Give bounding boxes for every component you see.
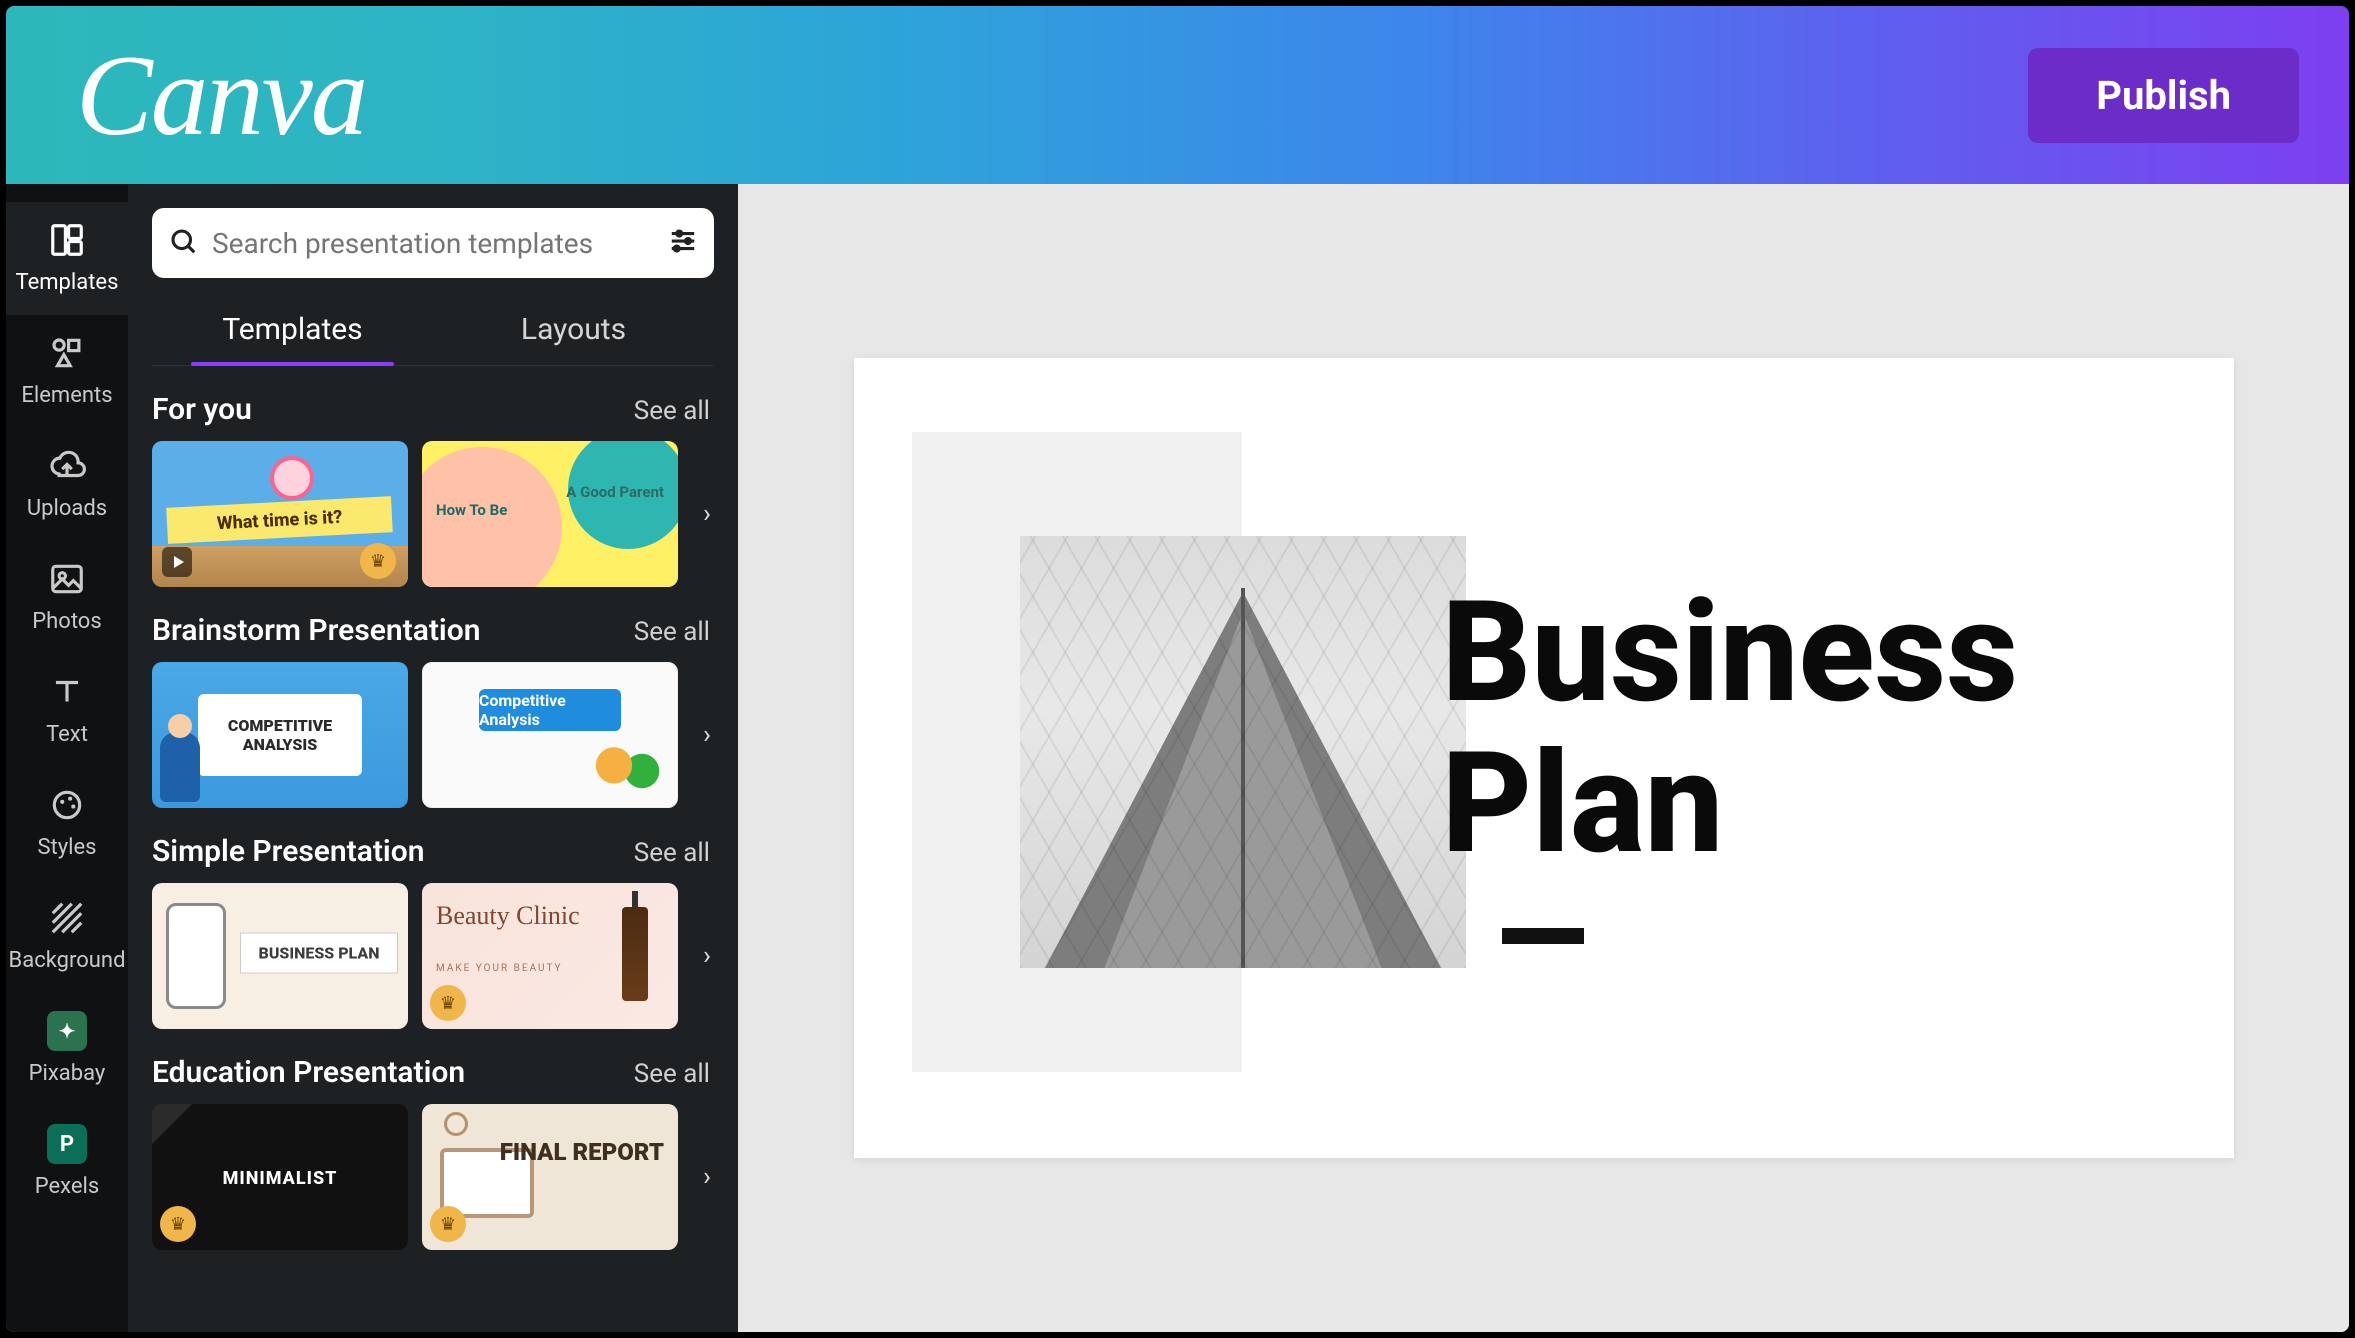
rail-item-templates[interactable]: Templates (6, 202, 128, 315)
card-row: What time is it? ♛ How To Be A Good Pare… (152, 441, 710, 587)
rail-label: Photos (32, 609, 101, 634)
tab-templates[interactable]: Templates (152, 300, 433, 365)
card-text: MINIMALIST (152, 1168, 408, 1189)
logo: Canva (76, 38, 366, 153)
card-row: BUSINESS PLAN Beauty Clinic MAKE YOUR BE… (152, 883, 710, 1029)
crown-icon: ♛ (430, 1206, 466, 1242)
rail-item-photos[interactable]: Photos (6, 541, 128, 654)
rail-item-background[interactable]: Background (6, 880, 128, 993)
rail-label: Text (46, 722, 88, 747)
templates-panel: Templates Layouts For you See all What t… (128, 184, 738, 1332)
card-text: How To Be (436, 501, 507, 519)
rail-item-uploads[interactable]: Uploads (6, 428, 128, 541)
scroll-right-button[interactable]: › (694, 943, 714, 969)
section-header: Education Presentation See all (152, 1055, 710, 1090)
search-input[interactable] (212, 227, 654, 260)
template-card[interactable]: Beauty Clinic MAKE YOUR BEAUTY ♛ (422, 883, 678, 1029)
background-icon (47, 898, 87, 938)
section-for-you: For you See all What time is it? ♛ (152, 392, 710, 587)
section-education: Education Presentation See all MINIMALIS… (152, 1055, 710, 1250)
scroll-right-button[interactable]: › (694, 1164, 714, 1190)
tab-layouts[interactable]: Layouts (433, 300, 714, 365)
rail-item-styles[interactable]: Styles (6, 767, 128, 880)
rail-item-text[interactable]: Text (6, 654, 128, 767)
canvas-area[interactable]: Business Plan (738, 184, 2349, 1332)
rail-label: Pixabay (29, 1061, 106, 1086)
section-header: Simple Presentation See all (152, 834, 710, 869)
template-card[interactable]: What time is it? ♛ (152, 441, 408, 587)
search-icon (168, 226, 198, 260)
template-card[interactable]: COMPETITIVE ANALYSIS (152, 662, 408, 808)
rail-item-pexels[interactable]: P Pexels (6, 1106, 128, 1219)
slide-title[interactable]: Business Plan (1442, 578, 2019, 880)
see-all-link[interactable]: See all (634, 1059, 710, 1089)
template-card[interactable]: How To Be A Good Parent (422, 441, 678, 587)
slide-title-line2: Plan (1442, 722, 1724, 886)
section-title: Brainstorm Presentation (152, 613, 480, 648)
slide-title-line1: Business (1442, 571, 2019, 735)
card-text: BUSINESS PLAN (240, 933, 398, 974)
see-all-link[interactable]: See all (634, 396, 710, 426)
rail-label: Uploads (27, 496, 107, 521)
styles-icon (47, 785, 87, 825)
card-text: What time is it? (167, 496, 394, 544)
rail-label: Elements (21, 383, 112, 408)
template-card[interactable]: Competitive Analysis (422, 662, 678, 808)
section-brainstorm: Brainstorm Presentation See all COMPETIT… (152, 613, 710, 808)
scroll-right-button[interactable]: › (694, 501, 714, 527)
template-sections: For you See all What time is it? ♛ (152, 366, 714, 1332)
rail-label: Templates (16, 270, 119, 295)
rail-label: Background (9, 948, 126, 973)
nav-rail: Templates Elements Uploads Photos (6, 184, 128, 1332)
see-all-link[interactable]: See all (634, 838, 710, 868)
scroll-right-button[interactable]: › (694, 722, 714, 748)
crown-icon: ♛ (430, 985, 466, 1021)
uploads-icon (47, 446, 87, 486)
section-title: For you (152, 392, 252, 427)
search-bar[interactable] (152, 208, 714, 278)
filter-icon[interactable] (668, 226, 698, 260)
card-subtext: MAKE YOUR BEAUTY (436, 963, 563, 974)
pexels-icon: P (47, 1124, 87, 1164)
rail-label: Pexels (35, 1174, 99, 1199)
rail-label: Styles (37, 835, 96, 860)
templates-icon (47, 220, 87, 260)
slide-underline[interactable] (1502, 928, 1584, 944)
card-text: Beauty Clinic (436, 901, 580, 931)
card-text: Competitive Analysis (479, 689, 621, 731)
card-text: COMPETITIVE ANALYSIS (198, 694, 362, 776)
card-row: COMPETITIVE ANALYSIS Competitive Analysi… (152, 662, 710, 808)
card-row: MINIMALIST ♛ FINAL REPORT ♛ › (152, 1104, 710, 1250)
text-icon (47, 672, 87, 712)
section-title: Education Presentation (152, 1055, 465, 1090)
rail-item-elements[interactable]: Elements (6, 315, 128, 428)
section-simple: Simple Presentation See all BUSINESS PLA… (152, 834, 710, 1029)
elements-icon (47, 333, 87, 373)
template-card[interactable]: MINIMALIST ♛ (152, 1104, 408, 1250)
rail-item-pixabay[interactable]: ✦ Pixabay (6, 993, 128, 1106)
card-text: A Good Parent (566, 483, 664, 501)
play-icon (162, 547, 192, 577)
template-card[interactable]: FINAL REPORT ♛ (422, 1104, 678, 1250)
section-header: Brainstorm Presentation See all (152, 613, 710, 648)
crown-icon: ♛ (360, 543, 396, 579)
photos-icon (47, 559, 87, 599)
app-frame: Canva Publish Templates Elements (0, 0, 2355, 1338)
publish-button[interactable]: Publish (2028, 48, 2299, 143)
slide[interactable]: Business Plan (854, 358, 2234, 1158)
crown-icon: ♛ (160, 1206, 196, 1242)
body: Templates Elements Uploads Photos (6, 184, 2349, 1332)
panel-tabs: Templates Layouts (152, 300, 714, 366)
see-all-link[interactable]: See all (634, 617, 710, 647)
pixabay-icon: ✦ (47, 1011, 87, 1051)
section-header: For you See all (152, 392, 710, 427)
template-card[interactable]: BUSINESS PLAN (152, 883, 408, 1029)
top-header: Canva Publish (6, 6, 2349, 184)
section-title: Simple Presentation (152, 834, 424, 869)
card-text: FINAL REPORT (500, 1140, 664, 1165)
slide-photo[interactable] (1020, 536, 1466, 968)
